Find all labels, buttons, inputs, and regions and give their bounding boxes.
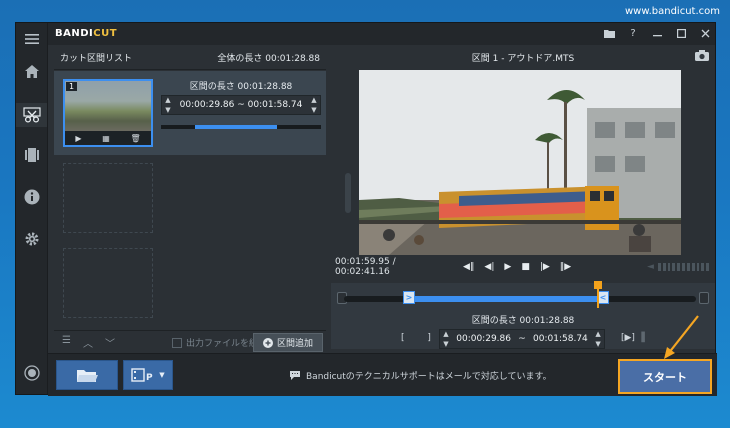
bottom-bar: P ▼ Bandicutのテクニカルサポートはメールで対応しています。 スタート <box>48 353 717 396</box>
gear-icon[interactable] <box>22 229 42 249</box>
preview-title: 区間 1 - アウトドア.MTS <box>471 54 575 64</box>
annotation-arrow <box>664 315 699 359</box>
step-back-icon[interactable]: ◀| <box>484 262 494 272</box>
set-start-button[interactable]: [ ] <box>401 333 441 343</box>
plus-icon <box>262 337 273 348</box>
preview-segment-length: 区間の長さ 00:01:28.88 <box>471 316 575 326</box>
open-folder-icon <box>77 370 98 382</box>
menu-icon[interactable] <box>22 29 42 49</box>
playhead[interactable] <box>594 281 602 308</box>
start-stepper[interactable]: ▲ ▼ <box>162 96 174 114</box>
stop-icon[interactable]: ■ <box>521 262 530 272</box>
empty-slot <box>63 248 153 318</box>
camera-icon[interactable] <box>695 50 709 64</box>
delete-all-icon[interactable]: ☰ <box>62 335 71 350</box>
segment-timeline[interactable] <box>344 296 696 302</box>
close-icon[interactable] <box>699 26 711 40</box>
timecode: 00:01:59.95 / 00:02:41.16 <box>335 257 396 277</box>
trash-icon[interactable]: 🗑 <box>130 134 140 143</box>
segment-time-range: ▲ ▼ 00:00:29.86 ~ 00:01:58.74 ▲ ▼ <box>161 95 321 115</box>
total-length: 全体の長さ 00:01:28.88 <box>217 53 320 64</box>
segment-list-title: カット区間リスト <box>60 53 133 64</box>
title-bar: BANDICUT ? <box>48 23 715 45</box>
segment-length: 区間の長さ 00:01:28.88 <box>189 82 293 92</box>
cut-icon[interactable] <box>16 103 47 127</box>
play-icon[interactable]: ▶ <box>504 262 511 272</box>
thumbnail-controls: ▶ ▦ 🗑 <box>65 132 151 145</box>
open-file-button[interactable] <box>56 360 118 390</box>
volume-bar[interactable]: ◄ <box>647 262 710 272</box>
merge-checkbox[interactable] <box>172 337 182 348</box>
range-start-value[interactable]: 00:00:29.86 <box>452 334 515 344</box>
segment-list-header: カット区間リスト 全体の長さ 00:01:28.88 <box>54 45 326 70</box>
end-stepper[interactable]: ▲ ▼ <box>592 330 604 348</box>
support-notice: Bandicutのテクニカルサポートはメールで対応しています。 <box>290 369 552 382</box>
chat-icon <box>290 371 300 380</box>
film-icon[interactable] <box>22 145 42 165</box>
segment-list-footer: ☰ ︿ ﹀ 出力ファイルを統合 区間追加 <box>54 330 326 353</box>
grid-icon[interactable]: ▦ <box>102 134 110 143</box>
range-end-value[interactable]: 00:01:58.74 <box>529 334 592 344</box>
list-tools: ☰ ︿ ﹀ <box>62 335 115 350</box>
add-segment-button[interactable]: 区間追加 <box>253 333 323 352</box>
video-format-icon: P <box>131 368 153 382</box>
timeline-end-cap[interactable] <box>699 292 709 304</box>
segment-mini-timeline <box>161 125 321 129</box>
segment-range-fill <box>410 296 609 302</box>
preview-header: 区間 1 - アウトドア.MTS <box>331 45 715 70</box>
website-url: www.bandicut.com <box>624 6 720 17</box>
chevron-down-icon: ▼ <box>159 371 165 379</box>
set-end-button[interactable]: [▶] ▐ <box>621 333 645 343</box>
step-forward-icon[interactable]: |▶ <box>540 262 550 272</box>
start-button[interactable]: スタート <box>618 359 712 394</box>
segment-info: 区間の長さ 00:01:28.88 ▲ ▼ 00:00:29.86 ~ 00:01… <box>161 79 321 129</box>
segment-range-value[interactable]: 00:00:29.86 ~ 00:01:58.74 <box>174 100 308 110</box>
bandicut-window: BANDICUT ? カット区間リスト 全体の長さ 00:01:28.88 1 … <box>15 22 717 396</box>
play-icon[interactable]: ▶ <box>75 134 81 143</box>
folder-icon[interactable] <box>603 26 615 40</box>
next-frame-icon[interactable]: ‖▶ <box>560 262 571 272</box>
segment-item[interactable]: 1 ▶ ▦ 🗑 区間の長さ 00:01:28.88 ▲ ▼ 00:00:29.86… <box>54 71 326 155</box>
minimize-icon[interactable] <box>651 26 663 40</box>
segment-thumbnail[interactable]: 1 ▶ ▦ 🗑 <box>63 79 153 147</box>
start-stepper[interactable]: ▲ ▼ <box>440 330 452 348</box>
prev-frame-icon[interactable]: ◀‖ <box>463 262 474 272</box>
speaker-icon: ◄ <box>647 262 654 272</box>
preview-panel: 区間 1 - アウトドア.MTS 00:01:59.95 / 00:02:41.… <box>331 45 715 353</box>
move-up-icon[interactable]: ︿ <box>83 335 93 350</box>
range-separator: ~ <box>518 334 526 344</box>
app-logo: BANDICUT <box>55 28 118 39</box>
video-preview[interactable] <box>359 70 681 255</box>
record-icon[interactable] <box>22 363 42 383</box>
home-icon[interactable] <box>22 61 42 81</box>
end-stepper[interactable]: ▲ ▼ <box>308 96 320 114</box>
support-text: Bandicutのテクニカルサポートはメールで対応しています。 <box>306 372 552 382</box>
preview-time-range: ▲ ▼ 00:00:29.86 ~ 00:01:58.74 ▲ ▼ <box>439 329 605 349</box>
window-controls: ? <box>603 26 711 40</box>
start-handle[interactable]: > <box>403 291 415 304</box>
output-format-button[interactable]: P ▼ <box>123 360 173 390</box>
playback-controls: ◀‖ ◀| ▶ ■ |▶ ‖▶ <box>463 262 571 272</box>
thumbnail-image <box>65 81 151 131</box>
info-icon[interactable] <box>22 187 42 207</box>
segment-number: 1 <box>66 82 78 91</box>
help-icon[interactable]: ? <box>627 26 639 40</box>
move-down-icon[interactable]: ﹀ <box>105 335 115 350</box>
sidebar <box>16 23 48 394</box>
empty-slot <box>63 163 153 233</box>
maximize-icon[interactable] <box>675 26 687 40</box>
segment-list-panel: カット区間リスト 全体の長さ 00:01:28.88 1 ▶ ▦ 🗑 区間の長さ… <box>54 45 351 353</box>
playback-bar: 00:01:59.95 / 00:02:41.16 ◀‖ ◀| ▶ ■ |▶ ‖… <box>335 257 711 277</box>
seek-area: > < 区間の長さ 00:01:28.88 [ ] ▲ ▼ 00:00:29.86… <box>331 281 715 349</box>
svg-text:P: P <box>146 373 153 382</box>
